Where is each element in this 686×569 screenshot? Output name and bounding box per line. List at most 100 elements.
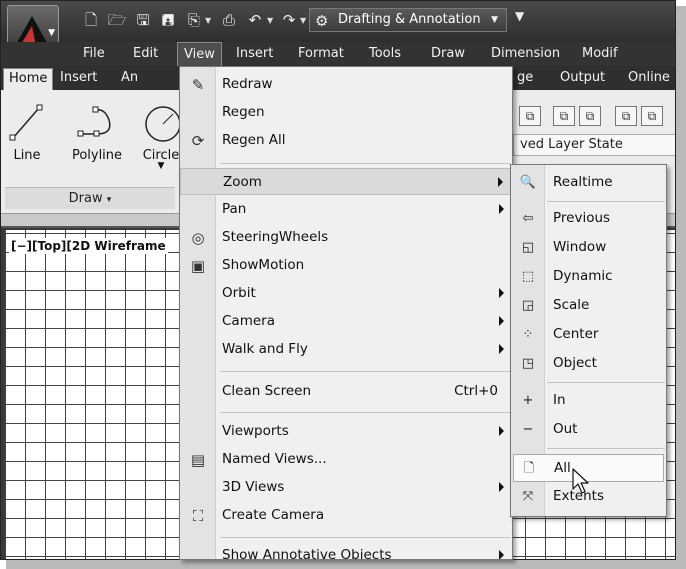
zoom-previous[interactable]: ⇦ Previous <box>513 205 664 233</box>
tab-annotate[interactable]: An <box>116 68 143 90</box>
mouse-pointer-icon <box>572 468 589 494</box>
zoom-in[interactable]: + In <box>513 387 664 415</box>
shortcut-label: Ctrl+0 <box>454 383 498 399</box>
view-menu-pan[interactable]: Pan <box>180 196 512 223</box>
menu-edit[interactable]: Edit <box>127 42 164 66</box>
menu-dimension[interactable]: Dimension <box>485 42 566 66</box>
submenu-arrow-icon <box>498 177 503 187</box>
new-icon[interactable]: 🗋 <box>81 10 101 30</box>
zoom-all-icon: 🗋 <box>523 461 535 476</box>
dropdown-caret-icon[interactable]: ▼ <box>205 16 211 25</box>
undo-icon[interactable]: ↶ <box>245 10 265 30</box>
viewport-controls-label[interactable]: [−][Top][2D Wireframe <box>9 238 168 254</box>
zoom-realtime[interactable]: 🔍 Realtime <box>513 169 664 197</box>
submenu-arrow-icon <box>499 482 504 492</box>
view-menu-named-views[interactable]: ▤ Named Views... <box>180 446 512 473</box>
layer-tool-icon[interactable]: ⧉ <box>615 106 637 126</box>
chevron-down-icon: ▼ <box>48 28 55 38</box>
circle-icon <box>145 106 181 142</box>
layer-tool-icon[interactable]: ⧉ <box>641 106 663 126</box>
tab-output[interactable]: Output <box>555 68 610 90</box>
workspace-dropdown[interactable]: ⚙ Drafting & Annotation ▼ <box>309 8 507 32</box>
view-menu-walk-and-fly[interactable]: Walk and Fly <box>180 336 512 363</box>
publish-icon[interactable]: ⎘ <box>184 10 204 30</box>
submenu-arrow-icon <box>499 550 504 559</box>
line-tool-button[interactable]: Line <box>7 102 47 163</box>
zoom-window[interactable]: ◱ Window <box>513 234 664 262</box>
zoom-object-icon: ◳ <box>521 356 535 371</box>
chevron-down-icon: ▼ <box>491 15 498 25</box>
gear-icon: ⚙ <box>315 12 329 30</box>
tab-home[interactable]: Home <box>3 68 54 90</box>
layer-tool-icon[interactable]: ⧉ <box>519 106 541 126</box>
submenu-arrow-icon <box>499 344 504 354</box>
undo-dropdown-icon[interactable]: ▼ <box>267 16 273 25</box>
plot-icon[interactable]: ⎙ <box>219 10 239 30</box>
draw-panel-title[interactable]: Draw ▾ <box>5 187 175 209</box>
view-menu-zoom[interactable]: Zoom <box>180 168 512 195</box>
workspace-label: Drafting & Annotation <box>338 12 481 27</box>
save-as-icon[interactable]: 🖪 <box>158 10 178 30</box>
menu-view[interactable]: View <box>177 42 222 66</box>
circle-tool-button[interactable]: Circle ▼ <box>139 102 183 171</box>
submenu-arrow-icon <box>499 426 504 436</box>
view-menu-orbit[interactable]: Orbit <box>180 280 512 307</box>
title-bar: ▼ 🗋 🗁 🖫 🖪 ⎘ ▼ ⎙ ↶ ▼ ↷ ▼ ⚙ Drafting & Ann… <box>1 1 675 63</box>
menu-insert[interactable]: Insert <box>230 42 279 66</box>
zoom-dynamic[interactable]: ⬚ Dynamic <box>513 263 664 291</box>
menu-separator <box>220 412 510 413</box>
menu-modify[interactable]: Modif <box>576 42 624 66</box>
view-menu-showmotion[interactable]: ▣ ShowMotion <box>180 252 512 279</box>
chevron-down-icon: ▾ <box>106 195 112 205</box>
layer-state-dropdown[interactable]: ved Layer State <box>513 134 675 156</box>
tab-insert[interactable]: Insert <box>55 68 102 90</box>
regen-all-icon: ⟳ <box>191 132 205 150</box>
view-menu-regen[interactable]: Regen <box>180 99 512 126</box>
tab-online[interactable]: Online <box>623 68 675 90</box>
zoom-submenu: 🔍 Realtime ⇦ Previous ◱ Window ⬚ Dynamic… <box>510 164 667 517</box>
view-menu-clean-screen[interactable]: Clean Screen Ctrl+0 <box>180 378 512 405</box>
menu-file[interactable]: File <box>77 42 111 66</box>
view-menu-steeringwheels[interactable]: ◎ SteeringWheels <box>180 224 512 251</box>
line-label: Line <box>13 148 41 163</box>
zoom-center[interactable]: ⁘ Center <box>513 321 664 349</box>
menu-separator <box>547 382 665 383</box>
menu-separator <box>547 448 665 449</box>
layer-tool-icon[interactable]: ⧉ <box>553 106 575 126</box>
redraw-brush-icon: ✎ <box>191 76 205 94</box>
menu-separator <box>220 371 510 372</box>
menu-draw[interactable]: Draw <box>425 42 471 66</box>
zoom-out[interactable]: − Out <box>513 416 664 444</box>
zoom-scale[interactable]: ◲ Scale <box>513 292 664 320</box>
showmotion-icon: ▣ <box>190 257 206 275</box>
zoom-realtime-icon: 🔍 <box>519 175 537 190</box>
submenu-arrow-icon <box>499 288 504 298</box>
view-menu-redraw[interactable]: ✎ Redraw <box>180 71 512 98</box>
menu-format[interactable]: Format <box>292 42 350 66</box>
view-menu-create-camera[interactable]: ⛶ Create Camera <box>180 502 512 529</box>
menu-tools[interactable]: Tools <box>363 42 407 66</box>
view-menu: ✎ Redraw Regen ⟳ Regen All Zoom Pan ◎ St… <box>179 66 513 560</box>
view-menu-camera[interactable]: Camera <box>180 308 512 335</box>
polyline-tool-button[interactable]: Polyline <box>67 102 127 163</box>
zoom-center-icon: ⁘ <box>522 327 534 342</box>
open-icon[interactable]: 🗁 <box>107 10 127 30</box>
view-menu-regen-all[interactable]: ⟳ Regen All <box>180 127 512 154</box>
polyline-icon <box>77 106 111 137</box>
zoom-previous-icon: ⇦ <box>522 211 534 226</box>
tab-manage[interactable]: ge <box>512 68 538 90</box>
steering-wheel-icon: ◎ <box>191 229 205 247</box>
redo-dropdown-icon[interactable]: ▼ <box>300 16 306 25</box>
submenu-arrow-icon <box>499 316 504 326</box>
save-icon[interactable]: 🖫 <box>133 10 153 30</box>
redo-icon[interactable]: ↷ <box>279 10 299 30</box>
zoom-object[interactable]: ◳ Object <box>513 350 664 378</box>
zoom-extents-icon: ⤧ <box>522 489 534 504</box>
view-menu-show-annotative-objects[interactable]: Show Annotative Objects <box>180 542 512 559</box>
customize-quick-access-icon[interactable]: ▼ <box>515 9 524 23</box>
layer-tool-icon[interactable]: ⧉ <box>579 106 601 126</box>
view-menu-3d-views[interactable]: 3D Views <box>180 474 512 501</box>
view-menu-viewports[interactable]: Viewports <box>180 418 512 445</box>
menu-separator <box>220 163 510 164</box>
menu-separator <box>220 537 510 538</box>
